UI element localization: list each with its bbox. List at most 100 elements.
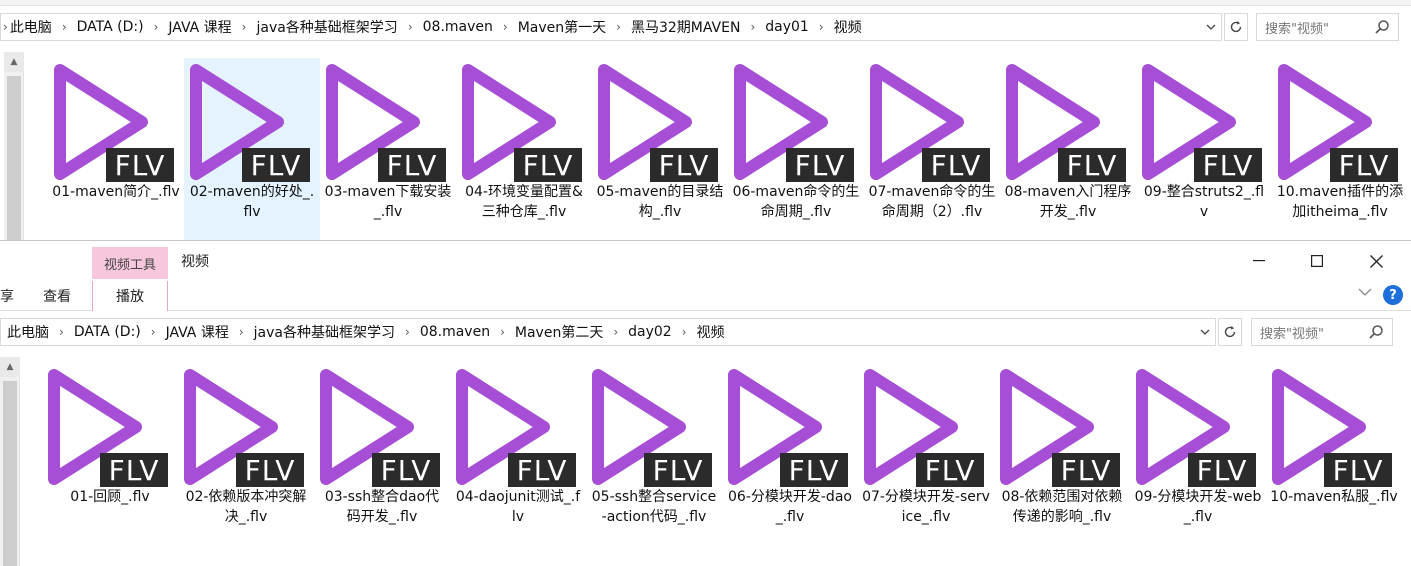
flv-badge-icon: FLV bbox=[372, 453, 440, 487]
refresh-button[interactable] bbox=[1218, 318, 1242, 346]
scrollbar-thumb[interactable] bbox=[7, 76, 21, 240]
file-item[interactable]: FLV 01-maven简介_.flv bbox=[48, 58, 184, 248]
refresh-button[interactable] bbox=[1224, 13, 1248, 41]
breadcrumb-item[interactable]: JAVA 课程 bbox=[168, 17, 231, 37]
breadcrumb-chevron-icon[interactable]: › bbox=[62, 20, 67, 34]
file-item[interactable]: FLV 01-回顾_.flv bbox=[42, 363, 178, 553]
breadcrumb-item[interactable]: JAVA 课程 bbox=[166, 322, 229, 342]
breadcrumb-item[interactable]: day01 bbox=[765, 19, 809, 35]
file-item[interactable]: FLV 03-maven下载安装_.flv bbox=[320, 58, 456, 248]
breadcrumb-item[interactable]: java各种基础框架学习 bbox=[256, 17, 397, 37]
breadcrumb-item[interactable]: 此电脑 bbox=[10, 17, 52, 37]
file-name: 09-整合struts2_.flv bbox=[1143, 184, 1265, 220]
breadcrumb-chevron-icon[interactable]: › bbox=[750, 20, 755, 34]
breadcrumb-chevron-icon[interactable]: › bbox=[242, 20, 247, 34]
vertical-scrollbar[interactable]: ▲ bbox=[0, 357, 20, 566]
close-button[interactable] bbox=[1354, 245, 1398, 277]
breadcrumb-item[interactable]: day02 bbox=[628, 324, 672, 340]
scroll-up-icon[interactable]: ▲ bbox=[0, 357, 20, 377]
vertical-scrollbar[interactable]: ▲ bbox=[4, 52, 24, 240]
address-bar[interactable]: › 此电脑 › DATA (D:) › JAVA 课程 › java各种基础框架学习 › 08.… bbox=[0, 13, 1222, 41]
breadcrumb-chevron-icon[interactable]: › bbox=[405, 325, 410, 339]
breadcrumb-item[interactable]: 黑马32期MAVEN bbox=[631, 17, 740, 37]
chevron-left-icon[interactable]: › bbox=[3, 20, 8, 34]
file-name: 01-回顾_.flv bbox=[70, 489, 150, 505]
breadcrumb-item[interactable]: 08.maven bbox=[423, 19, 493, 35]
maximize-button[interactable] bbox=[1295, 245, 1339, 277]
breadcrumb-item[interactable]: 视频 bbox=[834, 17, 862, 37]
flv-badge-icon: FLV bbox=[1058, 148, 1126, 182]
breadcrumb-chevron-icon[interactable]: › bbox=[819, 20, 824, 34]
scroll-up-icon[interactable]: ▲ bbox=[4, 52, 24, 72]
flv-badge-icon: FLV bbox=[242, 148, 310, 182]
breadcrumb-chevron-icon[interactable]: › bbox=[682, 325, 687, 339]
breadcrumb-item[interactable]: 此电脑 bbox=[7, 322, 49, 342]
context-tab-video-tools[interactable]: 视频工具 bbox=[92, 247, 168, 279]
breadcrumb-item[interactable]: java各种基础框架学习 bbox=[254, 322, 395, 342]
breadcrumb-item[interactable]: 08.maven bbox=[420, 324, 490, 340]
breadcrumb-item[interactable]: Maven第二天 bbox=[515, 322, 603, 342]
file-item[interactable]: FLV 04-daojunit测试_.flv bbox=[450, 363, 586, 553]
file-item[interactable]: FLV 06-分模块开发-dao_.flv bbox=[722, 363, 858, 553]
chevron-down-icon[interactable] bbox=[1193, 319, 1217, 345]
file-item[interactable]: FLV 10-maven私服_.flv bbox=[1266, 363, 1402, 553]
file-name: 09-分模块开发-web_.flv bbox=[1134, 489, 1262, 525]
breadcrumb-chevron-icon[interactable]: › bbox=[151, 325, 156, 339]
file-item[interactable]: FLV 08-依赖范围对依赖传递的影响_.flv bbox=[994, 363, 1130, 553]
flv-badge-icon: FLV bbox=[1188, 453, 1256, 487]
chevron-down-icon[interactable] bbox=[1199, 14, 1223, 40]
flv-badge-icon: FLV bbox=[508, 453, 576, 487]
file-name: 06-分模块开发-dao_.flv bbox=[728, 489, 852, 525]
flv-badge-icon: FLV bbox=[922, 148, 990, 182]
file-item[interactable]: FLV 04-环境变量配置&三种仓库_.flv bbox=[456, 58, 592, 248]
explorer-window-day01: › 此电脑 › DATA (D:) › JAVA 课程 › java各种基础框架学习 › 08.… bbox=[0, 0, 1411, 248]
file-item[interactable]: FLV 03-ssh整合dao代码开发_.flv bbox=[314, 363, 450, 553]
minimize-button[interactable] bbox=[1237, 245, 1281, 277]
flv-badge-icon: FLV bbox=[780, 453, 848, 487]
tab-play[interactable]: 播放 bbox=[92, 281, 168, 311]
breadcrumb-chevron-icon[interactable]: › bbox=[239, 325, 244, 339]
flv-badge-icon: FLV bbox=[1194, 148, 1262, 182]
file-name: 04-daojunit测试_.flv bbox=[455, 489, 581, 525]
file-item[interactable]: FLV 07-分模块开发-service_.flv bbox=[858, 363, 994, 553]
address-bar[interactable]: 此电脑 › DATA (D:) › JAVA 课程 › java各种基础框架学习 › 08.ma… bbox=[0, 318, 1216, 346]
file-name: 01-maven简介_.flv bbox=[52, 184, 180, 200]
breadcrumb-item[interactable]: Maven第一天 bbox=[518, 17, 606, 37]
flv-badge-icon: FLV bbox=[378, 148, 446, 182]
file-item[interactable]: FLV 09-分模块开发-web_.flv bbox=[1130, 363, 1266, 553]
flv-badge-icon: FLV bbox=[786, 148, 854, 182]
file-name: 07-分模块开发-service_.flv bbox=[862, 489, 990, 525]
file-item[interactable]: FLV 06-maven命令的生命周期_.flv bbox=[728, 58, 864, 248]
breadcrumb: 此电脑 › DATA (D:) › JAVA 课程 › java各种基础框架学习 › 08.ma… bbox=[10, 17, 862, 37]
tab-view[interactable]: 查看 bbox=[30, 281, 84, 311]
ribbon-expand-chevron-icon[interactable] bbox=[1358, 285, 1372, 299]
breadcrumb-chevron-icon[interactable]: › bbox=[59, 325, 64, 339]
search-input[interactable]: 搜索"视频" bbox=[1251, 318, 1393, 346]
breadcrumb-chevron-icon[interactable]: › bbox=[613, 325, 618, 339]
breadcrumb-chevron-icon[interactable]: › bbox=[616, 20, 621, 34]
file-item[interactable]: FLV 07-maven命令的生命周期（2）.flv bbox=[864, 58, 1000, 248]
breadcrumb-item[interactable]: DATA (D:) bbox=[77, 19, 144, 35]
breadcrumb-chevron-icon[interactable]: › bbox=[503, 20, 508, 34]
file-item[interactable]: FLV 05-ssh整合service-action代码_.flv bbox=[586, 363, 722, 553]
flv-badge-icon: FLV bbox=[106, 148, 174, 182]
file-item[interactable]: FLV 02-依赖版本冲突解决_.flv bbox=[178, 363, 314, 553]
file-item[interactable]: FLV 02-maven的好处_.flv bbox=[184, 58, 320, 248]
file-name: 08-依赖范围对依赖传递的影响_.flv bbox=[1001, 489, 1123, 525]
file-item[interactable]: FLV 10.maven插件的添加itheima_.flv bbox=[1272, 58, 1408, 248]
search-icon bbox=[1375, 20, 1389, 34]
help-icon[interactable]: ? bbox=[1383, 285, 1403, 305]
tab-share[interactable]: 享 bbox=[0, 281, 14, 311]
file-name: 10.maven插件的添加itheima_.flv bbox=[1276, 184, 1404, 220]
breadcrumb-item[interactable]: DATA (D:) bbox=[74, 324, 141, 340]
file-name: 03-ssh整合dao代码开发_.flv bbox=[324, 489, 440, 525]
search-input[interactable]: 搜索"视频" bbox=[1256, 13, 1399, 41]
breadcrumb-chevron-icon[interactable]: › bbox=[408, 20, 413, 34]
file-item[interactable]: FLV 05-maven的目录结构_.flv bbox=[592, 58, 728, 248]
breadcrumb-chevron-icon[interactable]: › bbox=[500, 325, 505, 339]
breadcrumb-item[interactable]: 视频 bbox=[697, 322, 725, 342]
file-item[interactable]: FLV 08-maven入门程序开发_.flv bbox=[1000, 58, 1136, 248]
file-item[interactable]: FLV 09-整合struts2_.flv bbox=[1136, 58, 1272, 248]
scrollbar-thumb[interactable] bbox=[3, 381, 17, 566]
breadcrumb-chevron-icon[interactable]: › bbox=[154, 20, 159, 34]
